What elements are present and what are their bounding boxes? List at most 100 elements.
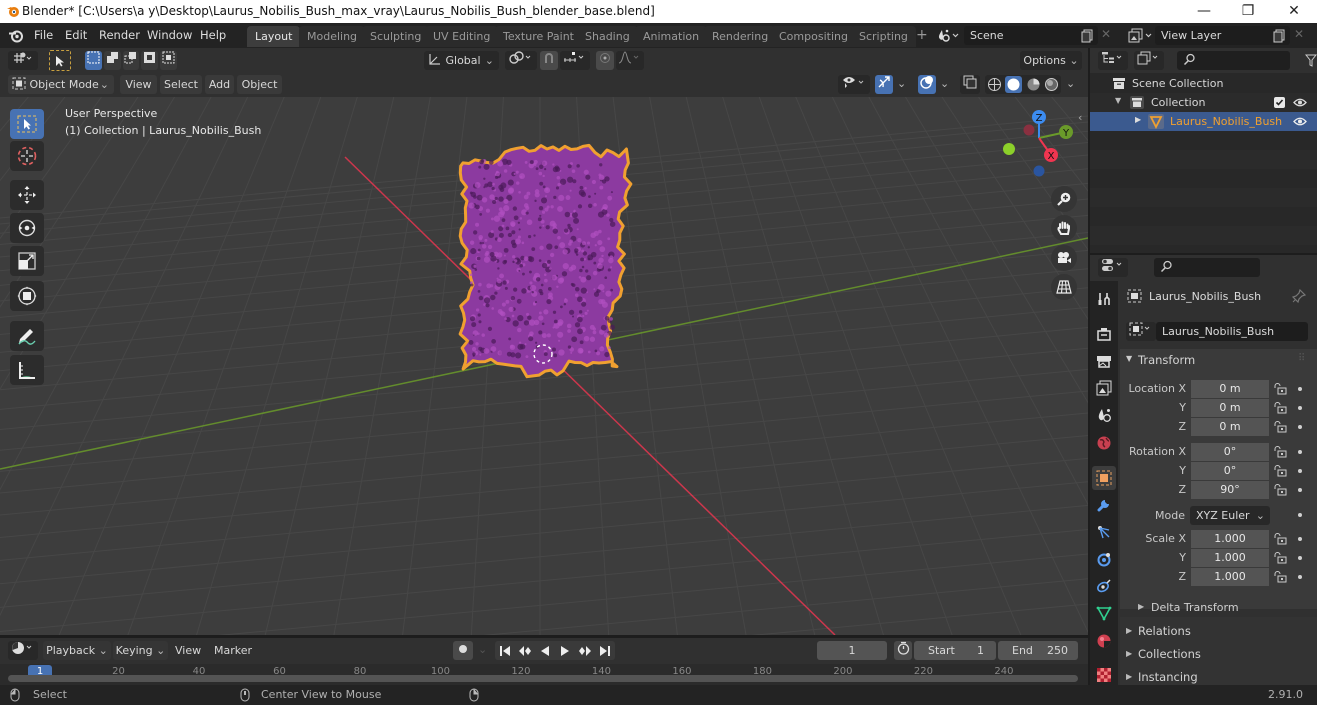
measure-tool[interactable] — [10, 355, 44, 385]
outliner-row-scene-collection[interactable]: Scene Collection — [1090, 74, 1317, 93]
jump-to-start-icon[interactable] — [499, 645, 511, 657]
mode-dropdown[interactable]: Object Mode ⌄ — [8, 75, 114, 94]
tab-material[interactable] — [1092, 629, 1116, 653]
timeline-marker-menu[interactable]: Marker — [214, 644, 252, 657]
new-view-layer-icon[interactable] — [1272, 28, 1287, 43]
tab-object-data[interactable] — [1092, 601, 1116, 625]
lock-icon[interactable] — [1273, 533, 1287, 545]
properties-search-input[interactable] — [1154, 258, 1260, 277]
editor-type-button[interactable] — [8, 51, 38, 70]
current-frame-field[interactable]: 1 — [817, 641, 887, 660]
tab-world[interactable] — [1092, 431, 1116, 455]
tab-tool[interactable] — [1092, 287, 1116, 311]
add-menu[interactable]: Add — [205, 75, 234, 94]
tab-modeling[interactable]: Modeling — [299, 26, 366, 47]
move-tool[interactable] — [10, 180, 44, 210]
pivot-point-dropdown[interactable] — [505, 51, 537, 70]
keyframe-dot-icon[interactable] — [1298, 537, 1302, 541]
blender-menu-icon[interactable] — [8, 28, 24, 43]
lock-icon[interactable] — [1273, 402, 1287, 414]
collections-panel[interactable]: Collections — [1138, 647, 1201, 661]
playback-menu[interactable]: Playback ⌄ — [43, 641, 111, 660]
panel-drag-handle-icon[interactable]: ⠿ — [1298, 353, 1305, 364]
material-shading-icon[interactable] — [1026, 77, 1041, 92]
active-tool-button[interactable] — [49, 50, 71, 71]
lock-icon[interactable] — [1273, 383, 1287, 395]
rotation-x-field[interactable]: 0° — [1191, 443, 1269, 461]
tab-compositing[interactable]: Compositing — [771, 26, 856, 47]
view-layer-name-field[interactable]: View Layer — [1155, 26, 1290, 45]
sidebar-toggle-icon[interactable]: ‹ — [1078, 111, 1082, 124]
xray-toggle[interactable] — [960, 75, 980, 94]
start-frame-field[interactable]: Start 1 — [914, 641, 996, 660]
rotation-z-field[interactable]: 90° — [1191, 481, 1269, 499]
menu-window[interactable]: Window — [147, 27, 192, 44]
keying-menu[interactable]: Keying ⌄ — [113, 641, 168, 660]
overlays-dropdown-chevron-icon[interactable]: ⌄ — [940, 77, 949, 90]
rotation-mode-dropdown[interactable]: XYZ Euler ⌄ — [1190, 506, 1270, 525]
menu-render[interactable]: Render — [99, 27, 140, 44]
snap-toggle[interactable] — [540, 51, 558, 70]
keying-dropdown-chevron-icon[interactable]: ⌄ — [478, 643, 487, 656]
keyframe-dot-icon[interactable] — [1298, 387, 1302, 391]
scene-name-field[interactable]: Scene — [964, 26, 1098, 45]
tab-constraints[interactable] — [1092, 574, 1116, 598]
tab-shading[interactable]: Shading — [577, 26, 638, 47]
outliner-row-collection[interactable]: ▼ Collection — [1090, 93, 1317, 112]
select-intersect-mode[interactable] — [160, 51, 177, 70]
close-button[interactable]: ✕ — [1271, 0, 1317, 23]
location-x-field[interactable]: 0 m — [1191, 380, 1269, 398]
tab-texture[interactable] — [1092, 663, 1116, 687]
keyframe-dot-icon[interactable] — [1298, 556, 1302, 560]
keyframe-dot-icon[interactable] — [1298, 406, 1302, 410]
3d-viewport[interactable]: User Perspective (1) Collection | Laurus… — [0, 97, 1088, 635]
lock-icon[interactable] — [1273, 421, 1287, 433]
minimize-button[interactable]: — — [1181, 0, 1227, 23]
gizmo-dropdown-chevron-icon[interactable]: ⌄ — [897, 77, 906, 90]
relations-panel[interactable]: Relations — [1138, 624, 1191, 638]
select-menu[interactable]: Select — [160, 75, 202, 94]
gizmo-toggle[interactable] — [875, 75, 893, 94]
keyframe-dot-icon[interactable] — [1298, 488, 1302, 492]
expand-arrow-icon[interactable]: ▼ — [1115, 96, 1121, 105]
keyframe-dot-icon[interactable] — [1298, 513, 1302, 517]
keyframe-dot-icon[interactable] — [1298, 450, 1302, 454]
tab-object[interactable] — [1092, 466, 1116, 490]
play-reverse-icon[interactable] — [539, 645, 551, 657]
tab-modifiers[interactable] — [1092, 493, 1116, 517]
tab-physics[interactable] — [1092, 547, 1116, 571]
tab-uv-editing[interactable]: UV Editing — [425, 26, 499, 47]
add-workspace-button[interactable]: + — [916, 27, 928, 44]
menu-file[interactable]: File — [34, 27, 53, 44]
expand-arrow-icon[interactable]: ▶ — [1135, 115, 1141, 124]
lock-icon[interactable] — [1273, 484, 1287, 496]
delete-view-layer-icon[interactable]: ✕ — [1294, 27, 1304, 41]
delta-transform-subpanel[interactable]: Delta Transform — [1151, 601, 1239, 614]
gizmo-neg-y[interactable] — [1003, 143, 1015, 155]
tab-scene[interactable] — [1092, 403, 1116, 427]
visibility-dropdown[interactable] — [838, 75, 870, 94]
tab-output[interactable] — [1092, 349, 1116, 373]
overlays-toggle[interactable] — [918, 75, 936, 94]
keyframe-dot-icon[interactable] — [1298, 575, 1302, 579]
expand-arrow-icon[interactable]: ▶ — [1126, 626, 1132, 635]
eye-icon[interactable] — [1293, 116, 1307, 127]
auto-keying-toggle[interactable] — [453, 641, 473, 660]
select-box-tool[interactable] — [10, 109, 44, 139]
camera-view-button[interactable] — [1051, 245, 1077, 271]
keyframe-dot-icon[interactable] — [1298, 469, 1302, 473]
view-menu[interactable]: View — [120, 75, 157, 94]
properties-editor-type-button[interactable] — [1098, 258, 1128, 277]
expand-arrow-icon[interactable]: ▶ — [1126, 672, 1132, 681]
location-y-field[interactable]: 0 m — [1191, 399, 1269, 417]
next-keyframe-icon[interactable] — [578, 645, 592, 657]
shading-dropdown-chevron-icon[interactable]: ⌄ — [1066, 77, 1075, 90]
lock-icon[interactable] — [1273, 465, 1287, 477]
proportional-falloff-dropdown[interactable] — [616, 51, 644, 70]
menu-help[interactable]: Help — [200, 27, 226, 44]
end-frame-field[interactable]: End 250 — [998, 641, 1078, 660]
filter-icon[interactable] — [1305, 54, 1317, 67]
rendered-shading-icon[interactable] — [1044, 77, 1059, 92]
lock-icon[interactable] — [1273, 446, 1287, 458]
timeline-scrollbar[interactable] — [8, 675, 1078, 682]
